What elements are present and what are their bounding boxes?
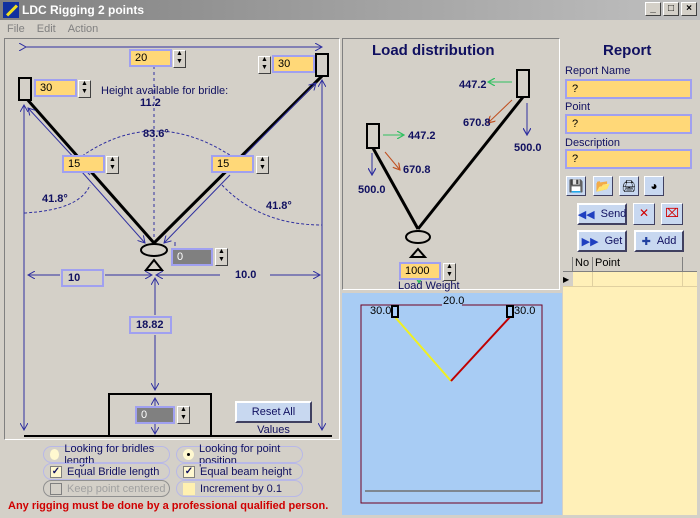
left-bridle-input[interactable]: 15 [62,155,105,173]
clear-icon[interactable]: ⌧ [661,203,683,225]
get-button[interactable]: ▶▶ Get [577,230,627,252]
load-diagram [366,69,565,290]
hook-icon [143,258,165,271]
left-bridle-preview [394,316,452,382]
option-keep-centered[interactable]: Keep point centered [43,480,170,497]
checkbox-equal-beam[interactable]: ✓ [183,465,195,478]
rewind-icon: ◀◀ [577,208,595,221]
radio-looking-point[interactable] [183,449,194,460]
right-bridle-spinner[interactable] [256,156,269,174]
reset-all-values-button[interactable]: Reset All Values [235,401,312,436]
preview-right-value: 30.0 [514,305,536,317]
right-load-point [516,69,530,98]
left-load-point [366,123,380,149]
option-increment[interactable]: Increment by 0.1 [176,480,303,497]
option-equal-bridle[interactable]: ✓ Equal Bridle length [43,463,170,480]
delete-icon[interactable]: ✕ [633,203,655,225]
report-table: No Point ▶ [563,257,697,515]
right-tension: 670.8 [463,117,491,129]
report-title: Report [603,42,652,59]
chart-icon[interactable]: ◕ [644,176,664,196]
right-horizontal-force: 447.2 [459,79,487,91]
forward-icon: ▶▶ [581,235,599,248]
point-offset-input[interactable]: 0 [171,248,213,266]
point-offset-spinner[interactable] [215,248,228,266]
load-weight-spinner[interactable] [443,263,456,281]
point-input[interactable]: ? [565,114,692,134]
right-bridle-preview [450,316,511,382]
left-height-input[interactable]: 30 [34,79,77,97]
open-folder-icon[interactable]: 📂 [593,176,613,196]
right-height-input[interactable]: 30 [272,55,315,73]
point-height-value: 18.82 [129,316,172,334]
beam-distance-input[interactable]: 20 [129,49,172,67]
checkbox-keep-centered[interactable] [50,482,62,495]
right-vertical-force: 500.0 [514,142,542,154]
angle-top: 83.6° [143,128,169,140]
plus-icon: ✚ [641,235,651,248]
angle-left: 41.8° [42,193,68,205]
preview-diagram [360,299,543,504]
maximize-button[interactable]: □ [663,2,679,16]
radio-looking-bridles[interactable] [50,449,60,460]
left-rig-point [18,77,32,101]
point-label: Point [565,101,591,113]
left-height-spinner[interactable] [78,80,91,98]
checkbox-increment[interactable] [183,482,195,495]
option-looking-point[interactable]: Looking for point position [176,443,303,467]
option-equal-beam[interactable]: ✓ Equal beam height [176,463,303,480]
ground-offset-input[interactable]: 0 [135,406,175,424]
height-available-label: Height available for bridle: [101,85,229,97]
description-input[interactable]: ? [565,149,692,169]
table-row[interactable]: ▶ [563,272,697,287]
warning-text: Any rigging must be done by a profession… [8,500,329,512]
left-bridle-spinner[interactable] [106,156,119,174]
load-weight-input[interactable]: 1000 [399,262,441,280]
report-name-input[interactable]: ? [565,79,692,99]
save-icon[interactable]: 💾 [566,176,586,196]
add-button[interactable]: ✚ Add [634,230,684,252]
beam-distance-spinner[interactable] [173,50,186,68]
row-indicator-icon: ▶ [563,272,573,286]
right-rig-point [315,53,329,77]
send-button[interactable]: ◀◀ Send [577,203,627,225]
height-available-value: 11.2 [140,97,161,109]
description-label: Description [565,137,621,149]
checkbox-equal-bridle[interactable]: ✓ [50,465,62,478]
ground-offset-spinner[interactable] [177,406,190,424]
column-no[interactable]: No [573,257,593,271]
minimize-button[interactable]: _ [645,2,661,16]
left-tension: 670.8 [403,164,431,176]
right-bridle-input[interactable]: 15 [211,155,254,173]
angle-right: 41.8° [266,200,292,212]
left-vertical-force: 500.0 [358,184,386,196]
left-distance-value[interactable]: 10 [61,269,104,287]
right-height-spinner[interactable] [258,56,271,74]
close-button[interactable]: × [681,2,697,16]
preview-left-value: 30.0 [370,305,392,317]
right-distance-value: 10.0 [235,269,257,281]
preview-top-value: 20.0 [443,295,465,307]
report-name-label: Report Name [565,65,631,77]
shackle-icon [140,243,168,257]
column-point[interactable]: Point [593,257,683,271]
left-horizontal-force: 447.2 [408,130,436,142]
option-looking-bridles[interactable]: Looking for bridles length [43,443,170,467]
print-icon[interactable]: 🖨 [619,176,639,196]
